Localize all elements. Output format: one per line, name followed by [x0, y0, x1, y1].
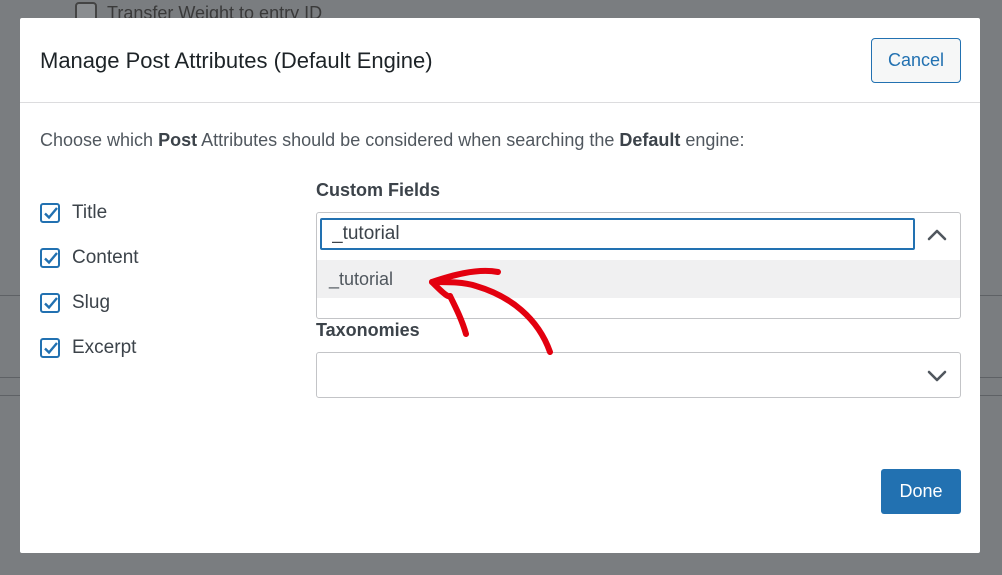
excerpt-checkbox[interactable] — [40, 337, 60, 358]
custom-fields-label: Custom Fields — [316, 180, 441, 200]
custom-fields-select[interactable]: _tutorial — [316, 212, 961, 319]
intro-text-bold-post: Post — [158, 130, 198, 150]
slug-checkbox[interactable] — [40, 292, 60, 313]
content-checkbox[interactable] — [40, 247, 60, 268]
chevron-down-icon[interactable] — [925, 364, 949, 388]
intro-text: Choose which Post Attributes should be c… — [40, 130, 744, 151]
custom-field-option[interactable]: _tutorial — [317, 260, 960, 298]
checkmark-icon — [44, 206, 58, 219]
done-button[interactable]: Done — [881, 469, 961, 514]
intro-text-part: Choose which — [40, 130, 159, 150]
annotation-arrow-icon — [429, 267, 553, 355]
intro-text-part: Attributes should be considered when sea… — [197, 130, 620, 150]
checkmark-icon — [44, 341, 58, 354]
custom-fields-search-input[interactable] — [320, 218, 915, 250]
attribute-label: Slug — [72, 291, 111, 313]
attribute-excerpt[interactable]: Excerpt — [40, 325, 139, 370]
checkmark-icon — [44, 296, 58, 309]
attribute-label: Content — [72, 246, 139, 268]
attribute-title[interactable]: Title — [40, 190, 139, 235]
intro-text-bold-default: Default — [619, 130, 681, 150]
taxonomies-label: Taxonomies — [316, 320, 420, 340]
post-attributes-list: Title Content Slug Excerpt — [40, 190, 139, 370]
attribute-label: Excerpt — [72, 336, 137, 358]
taxonomies-select[interactable] — [316, 352, 961, 398]
attribute-slug[interactable]: Slug — [40, 280, 139, 325]
checkmark-icon — [44, 251, 58, 264]
title-checkbox[interactable] — [40, 202, 60, 223]
modal-header: Manage Post Attributes (Default Engine) … — [20, 18, 980, 103]
chevron-up-icon[interactable] — [925, 223, 949, 247]
modal-title: Manage Post Attributes (Default Engine) — [40, 48, 433, 73]
manage-attributes-modal: Manage Post Attributes (Default Engine) … — [20, 18, 980, 553]
attribute-label: Title — [72, 201, 108, 223]
intro-text-part: engine: — [680, 130, 745, 150]
attribute-content[interactable]: Content — [40, 235, 139, 280]
cancel-button[interactable]: Cancel — [871, 38, 961, 83]
